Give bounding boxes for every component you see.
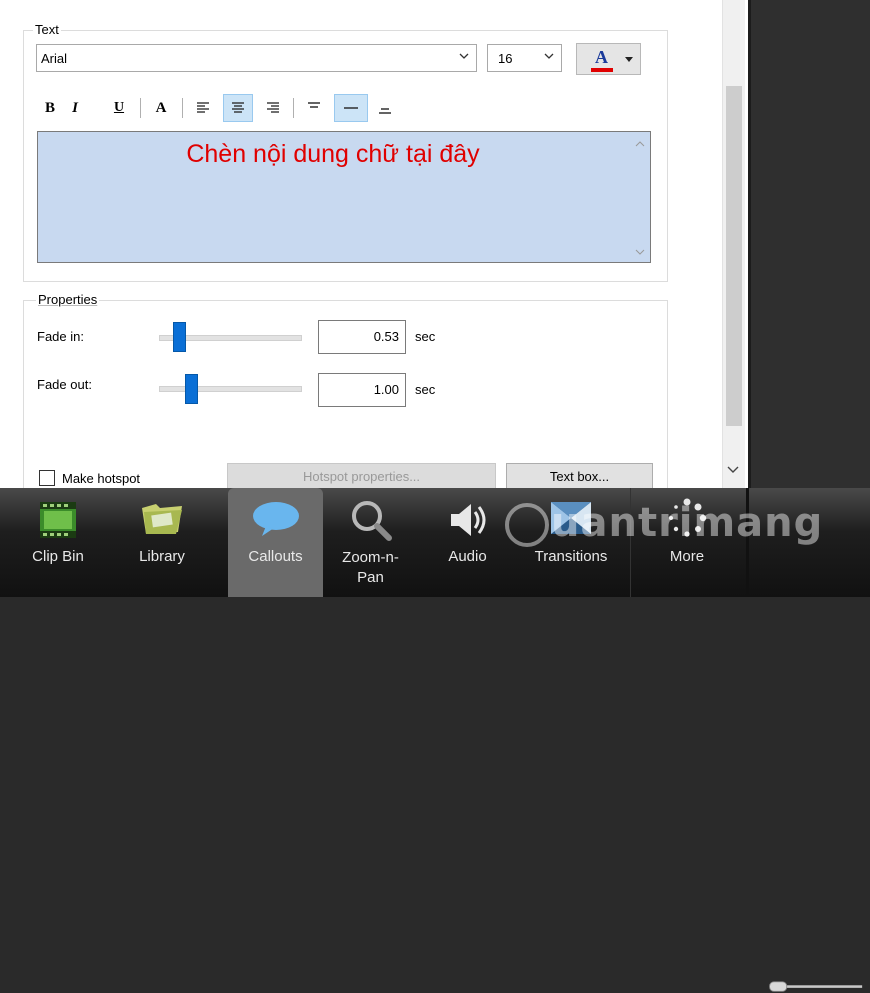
film-icon — [40, 502, 76, 538]
align-right-button[interactable] — [261, 94, 285, 122]
font-color-swatch — [591, 68, 613, 72]
text-box-button[interactable]: Text box... — [506, 463, 653, 489]
speech-bubble-icon — [252, 502, 299, 536]
font-color-icon: A — [595, 47, 608, 67]
tab-library[interactable]: Library — [114, 488, 210, 597]
fade-out-input[interactable]: 1.00 — [318, 373, 406, 407]
underline-button[interactable]: U — [108, 94, 130, 122]
italic-button[interactable]: I — [64, 94, 86, 122]
text-effect-button[interactable]: A — [150, 94, 172, 122]
tab-transitions-label: Transitions — [534, 548, 608, 565]
valign-top-icon — [308, 102, 320, 108]
toolbar-separator — [140, 98, 141, 118]
callout-properties-panel: Text Arial 16 A B I U A Chèn nội dung ch… — [0, 0, 748, 502]
panel-scrollbar-thumb[interactable] — [726, 86, 742, 426]
textarea-scrollbar[interactable] — [630, 132, 650, 262]
watermark-logo: uantrimang — [505, 500, 823, 547]
valign-bottom-button[interactable] — [373, 94, 397, 122]
fade-in-input[interactable]: 0.53 — [318, 320, 406, 354]
properties-legend: Properties — [36, 292, 100, 307]
valign-middle-icon — [344, 107, 358, 109]
speaker-icon — [450, 504, 485, 536]
chevron-down-icon — [544, 53, 554, 59]
font-size-select[interactable]: 16 — [487, 44, 562, 72]
panel-scrollbar[interactable] — [722, 0, 745, 488]
timeline-zoom-slider[interactable] — [760, 981, 870, 993]
bold-button[interactable]: B — [40, 94, 60, 122]
align-left-icon — [197, 102, 209, 113]
tab-callouts-label: Callouts — [248, 548, 303, 565]
chevron-up-icon — [635, 141, 645, 147]
chevron-down-icon — [635, 249, 645, 255]
tab-clip-bin[interactable]: Clip Bin — [10, 488, 106, 597]
tab-zoom-n-pan-label: Zoom-n- Pan — [342, 549, 399, 586]
font-color-button[interactable]: A — [576, 43, 641, 75]
tab-library-label: Library — [139, 548, 185, 565]
tab-clip-bin-label: Clip Bin — [32, 548, 84, 565]
align-center-button[interactable] — [223, 94, 253, 122]
valign-bottom-icon — [379, 108, 391, 114]
chevron-down-icon — [459, 53, 469, 59]
tab-callouts[interactable]: Callouts — [228, 488, 323, 597]
fade-out-label: Fade out: — [37, 377, 92, 392]
fade-in-unit: sec — [415, 329, 436, 344]
toolbar-separator — [293, 98, 294, 118]
align-center-icon — [232, 102, 244, 113]
fade-in-slider-thumb[interactable] — [172, 322, 186, 352]
font-select-value: Arial — [41, 50, 68, 66]
text-group-legend: Text — [33, 22, 61, 37]
chevron-down-icon[interactable] — [727, 466, 739, 474]
caret-down-icon — [625, 57, 633, 62]
make-hotspot-checkbox[interactable] — [39, 470, 55, 486]
font-size-value: 16 — [498, 50, 513, 66]
fade-in-label: Fade in: — [37, 329, 84, 344]
preview-area — [748, 0, 870, 488]
align-left-button[interactable] — [191, 94, 215, 122]
valign-middle-button[interactable] — [334, 94, 368, 122]
fade-out-slider-thumb[interactable] — [185, 374, 199, 404]
hotspot-properties-button[interactable]: Hotspot properties... — [227, 463, 496, 489]
folder-icon — [142, 504, 182, 534]
fade-out-slider-track[interactable] — [159, 386, 302, 392]
magnifier-icon — [351, 501, 392, 541]
fade-out-unit: sec — [415, 382, 436, 397]
tab-audio-label: Audio — [448, 548, 487, 565]
callout-text-input[interactable]: Chèn nội dung chữ tại đây — [37, 131, 651, 263]
tab-more-label: More — [669, 548, 705, 565]
toolbar-separator — [182, 98, 183, 118]
valign-top-button[interactable] — [302, 94, 326, 122]
callout-text-content: Chèn nội dung chữ tại đây — [186, 140, 480, 168]
tab-zoom-n-pan[interactable]: Zoom-n- Pan — [323, 488, 418, 597]
font-select[interactable]: Arial — [36, 44, 477, 72]
make-hotspot-label: Make hotspot — [62, 471, 141, 486]
align-right-icon — [267, 102, 279, 113]
tab-audio[interactable]: Audio — [420, 488, 515, 597]
